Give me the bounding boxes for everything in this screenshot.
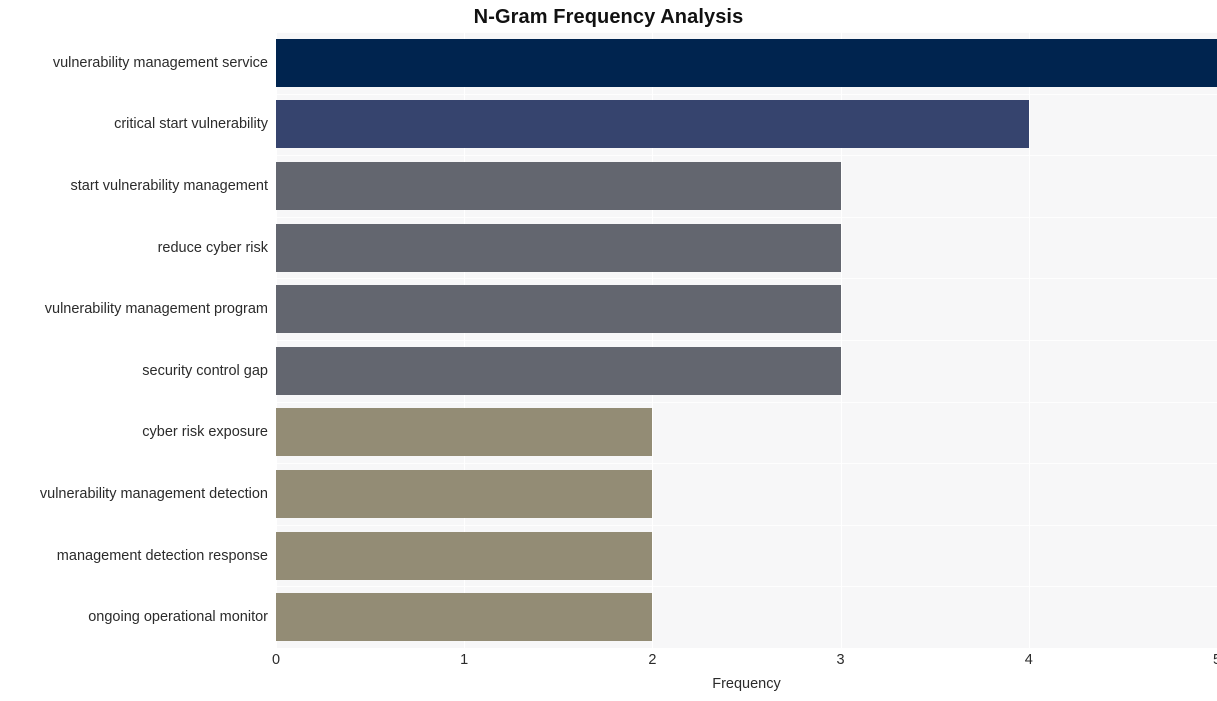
bar-row	[276, 100, 1217, 149]
x-axis-label: Frequency	[712, 676, 781, 692]
x-tick-label: 5	[1213, 653, 1217, 668]
y-gridline	[276, 93, 1217, 95]
bar[interactable]	[276, 531, 653, 580]
y-tick-label: critical start vulnerability	[114, 116, 268, 133]
y-gridline	[276, 278, 1217, 280]
y-gridline	[276, 586, 1217, 588]
y-tick-label: ongoing operational monitor	[88, 609, 268, 626]
x-tick-label: 0	[271, 652, 281, 668]
bar-row	[276, 38, 1217, 87]
bar[interactable]	[276, 346, 841, 395]
plot-area	[276, 32, 1217, 648]
y-gridline	[276, 463, 1217, 465]
bar-row	[276, 531, 1217, 580]
y-gridline	[276, 32, 1217, 33]
y-tick-label: cyber risk exposure	[142, 424, 268, 441]
bar[interactable]	[276, 408, 653, 457]
bar[interactable]	[276, 469, 653, 519]
y-tick-label: management detection response	[56, 547, 268, 564]
x-tick-label: 3	[836, 652, 845, 668]
y-tick-label: start vulnerability management	[70, 178, 268, 194]
bar-row	[276, 223, 1217, 272]
bar[interactable]	[276, 161, 841, 211]
y-tick-label: security control gap	[142, 362, 268, 379]
y-tick-label: reduce cyber risk	[157, 239, 268, 256]
y-gridline	[276, 340, 1217, 341]
bar-row	[276, 593, 1217, 642]
bar[interactable]	[276, 100, 1029, 149]
x-tick-label: 4	[1024, 652, 1033, 668]
bar-row	[276, 161, 1217, 211]
bar[interactable]	[276, 285, 841, 334]
bar[interactable]	[276, 593, 653, 642]
bar-row	[276, 346, 1217, 395]
bar-row	[276, 285, 1217, 334]
bar[interactable]	[276, 223, 841, 272]
x-tick-label: 2	[648, 652, 657, 668]
bar-row	[276, 408, 1217, 457]
y-gridline	[276, 155, 1217, 157]
bar[interactable]	[276, 38, 1217, 87]
y-gridline	[276, 401, 1217, 403]
y-gridline	[276, 524, 1217, 526]
page-title: N-Gram Frequency Analysis	[473, 6, 744, 28]
y-tick-label: vulnerability management service	[52, 54, 268, 71]
y-gridline	[276, 216, 1217, 218]
chart-figure: N-Gram Frequency Analysis vulnerability …	[0, 0, 1217, 701]
x-tick-label: 1	[460, 652, 469, 668]
y-tick-label: vulnerability management program	[44, 301, 268, 318]
y-tick-label: vulnerability management detection	[39, 486, 268, 502]
bar-row	[276, 469, 1217, 519]
